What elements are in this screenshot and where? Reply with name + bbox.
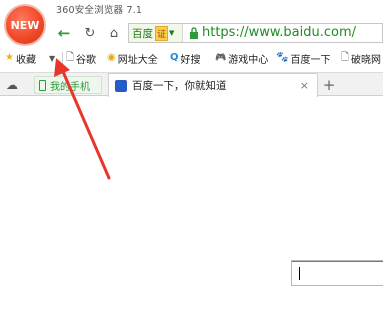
navigation-bar: ← ↻ ⌂ 百度 证 ▼ https://www.baidu.com/ (50, 20, 383, 46)
new-tab-button[interactable]: + (320, 75, 338, 95)
tab-baidu[interactable]: 🐾 百度一下，你就知道 × (108, 73, 318, 97)
window-title: 360安全浏览器 7.1 (56, 5, 143, 16)
gamepad-icon: 🎮 (215, 52, 227, 63)
bookmark-label: 游戏中心 (228, 54, 269, 66)
bookmark-hao123[interactable]: ◉ 网址大全 (107, 51, 158, 66)
search-input[interactable] (291, 260, 383, 286)
tab-label: 我的手机 (50, 81, 90, 93)
bookmark-label: 网址大全 (117, 54, 158, 66)
bookmark-label: 好搜 (180, 54, 201, 66)
logo-text: NEW (10, 18, 40, 32)
bookmark-favorites[interactable]: ★ 收藏 (5, 51, 36, 66)
text-cursor (299, 267, 300, 280)
star-icon: ★ (5, 52, 14, 63)
home-button[interactable]: ⌂ (104, 23, 124, 43)
bookmark-games[interactable]: 🎮 游戏中心 (215, 51, 269, 66)
cert-badge: 证 (155, 25, 169, 41)
bookmark-label: 收藏 (15, 54, 36, 66)
tab-label: 百度一下，你就知道 (132, 80, 227, 92)
lock-icon (190, 27, 198, 39)
refresh-button[interactable]: ↻ (80, 23, 100, 43)
address-bar[interactable]: 百度 证 ▼ https://www.baidu.com/ (128, 23, 383, 43)
bookmark-baidu[interactable]: 🐾 百度一下 (276, 51, 331, 66)
new-logo-icon[interactable]: NEW (4, 4, 46, 46)
paw-icon: 🐾 (115, 79, 127, 92)
bookmark-label: 破晓网 (351, 54, 382, 66)
bookmarks-bar: ★ 收藏 ▼ 🗋 谷歌 ◉ 网址大全 Q 好搜 🎮 游戏中心 🐾 百度一下 🗋 (0, 48, 383, 68)
bookmark-poxiao[interactable]: 🗋 破晓网 (341, 51, 382, 66)
url-text[interactable]: https://www.baidu.com/ (202, 25, 356, 40)
phone-icon (39, 79, 46, 91)
bookmark-haosou[interactable]: Q 好搜 (170, 51, 201, 66)
page-icon: 🗋 (66, 52, 75, 63)
page-icon: 🗋 (341, 52, 350, 63)
page-content (0, 97, 383, 314)
chevron-down-icon: ▼ (49, 53, 56, 63)
back-button[interactable]: ← (54, 23, 74, 43)
close-icon[interactable]: × (300, 79, 309, 92)
paw-icon: 🐾 (276, 52, 289, 63)
globe-icon: ◉ (107, 52, 116, 63)
engine-label: 百度 (132, 27, 153, 40)
search-icon: Q (170, 52, 179, 63)
bookmark-google[interactable]: 🗋 谷歌 (66, 51, 97, 66)
bookmark-label: 谷歌 (76, 54, 97, 66)
tab-my-phone[interactable]: 我的手机 (34, 76, 102, 94)
browser-window: 360安全浏览器 7.1 NEW ← ↻ ⌂ 百度 证 ▼ https://ww… (0, 0, 383, 314)
divider (62, 52, 63, 64)
bookmark-label: 百度一下 (290, 54, 331, 66)
cloud-icon[interactable]: ☁ (4, 77, 20, 93)
title-bar: 360安全浏览器 7.1 (0, 0, 383, 20)
chevron-down-icon: ▼ (169, 29, 175, 37)
favorites-dropdown[interactable]: ▼ (49, 51, 55, 65)
site-identity[interactable]: 百度 证 ▼ (129, 24, 183, 42)
tab-bar: ☁ 我的手机 🐾 百度一下，你就知道 × + (0, 72, 383, 97)
